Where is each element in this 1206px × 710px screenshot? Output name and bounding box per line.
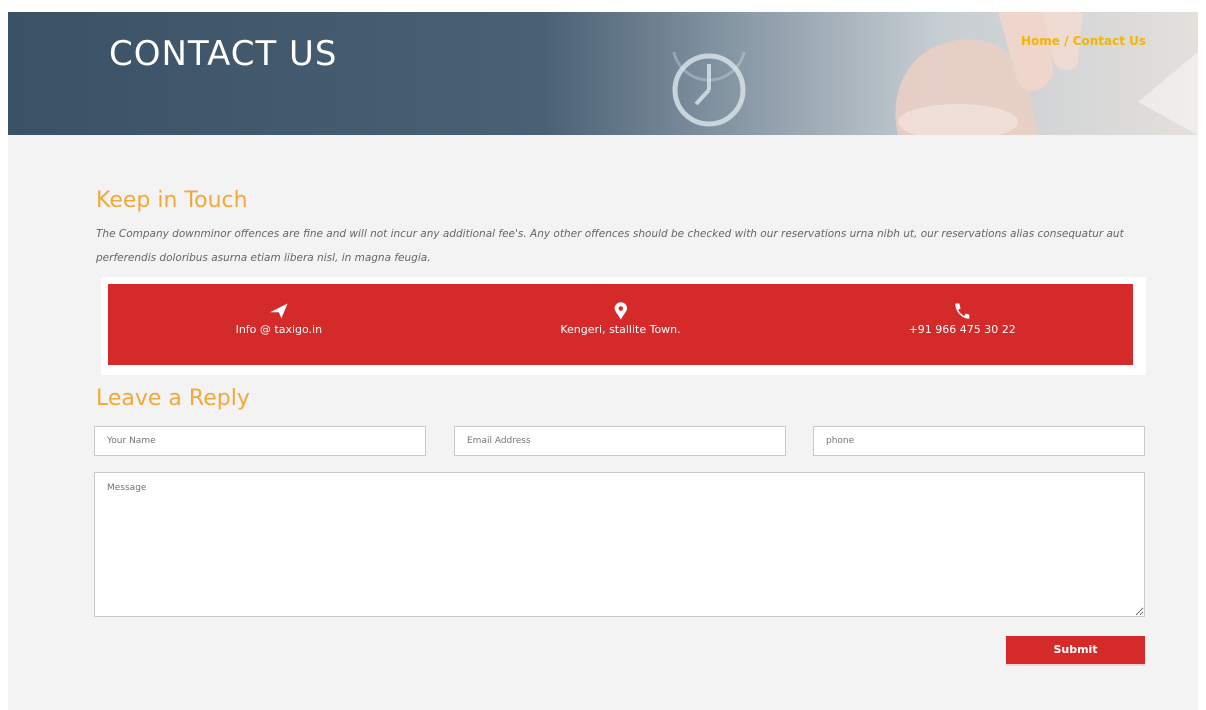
contact-address: Kengeri, stallite Town. (450, 284, 792, 365)
contact-email: Info @ taxigo.in (108, 284, 450, 365)
contact-email-text[interactable]: Info @ taxigo.in (108, 323, 450, 336)
breadcrumb: Home / Contact Us (1021, 34, 1146, 48)
message-textarea[interactable] (94, 472, 1145, 617)
contact-address-text: Kengeri, stallite Town. (560, 323, 681, 336)
page-banner: CONTACT US Home / Contact Us (8, 12, 1198, 135)
leave-reply-heading: Leave a Reply (96, 386, 250, 411)
phone-icon (955, 303, 970, 319)
breadcrumb-home-link[interactable]: Home (1021, 34, 1060, 48)
keep-in-touch-text: The Company downminor offences are fine … (96, 228, 1124, 264)
hand-image (895, 12, 1198, 135)
phone-input[interactable] (813, 426, 1145, 456)
contact-info-panel: Info @ taxigo.in Kengeri, stallite Town.… (101, 277, 1146, 375)
contact-info-bar: Info @ taxigo.in Kengeri, stallite Town.… (108, 284, 1133, 365)
map-pin-icon (614, 302, 627, 320)
submit-button[interactable]: Submit (1006, 636, 1145, 666)
contact-phone: +91 966 475 30 22 (791, 284, 1133, 365)
keep-in-touch-heading: Keep in Touch (96, 188, 248, 213)
breadcrumb-separator: / (1059, 34, 1073, 48)
page-title: CONTACT US (109, 34, 338, 74)
breadcrumb-current: Contact Us (1072, 34, 1146, 48)
clock-icon (672, 52, 746, 127)
page: CONTACT US Home / Contact Us Keep in Tou… (8, 12, 1198, 710)
email-input[interactable] (454, 426, 786, 456)
name-input[interactable] (94, 426, 426, 456)
paper-plane-icon (270, 303, 288, 319)
contact-phone-text[interactable]: +91 966 475 30 22 (791, 323, 1133, 336)
